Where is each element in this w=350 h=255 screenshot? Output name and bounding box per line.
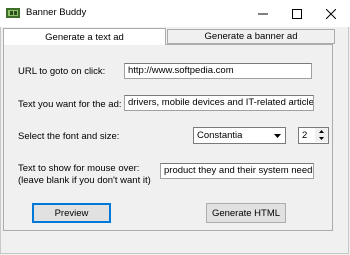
tab-text-ad[interactable]: Generate a text ad xyxy=(3,28,166,45)
tab-banner-ad[interactable]: Generate a banner ad xyxy=(167,29,335,44)
window-title: Banner Buddy xyxy=(26,7,87,18)
ad-text-input[interactable]: drivers, mobile devices and IT-related a… xyxy=(124,95,314,111)
ad-text-label: Text you want for the ad: xyxy=(18,99,122,110)
url-input[interactable]: http://www.softpedia.com xyxy=(124,63,312,79)
minimize-icon xyxy=(258,13,268,14)
mouseover-hint: (leave blank if you don't want it) xyxy=(18,175,151,186)
chevron-down-icon[interactable] xyxy=(271,129,284,142)
url-label: URL to goto on click: xyxy=(18,66,106,77)
font-label: Select the font and size: xyxy=(18,131,120,142)
font-select[interactable]: Constantia xyxy=(193,127,286,144)
app-icon xyxy=(5,6,21,20)
size-stepper[interactable]: 2 xyxy=(298,127,329,144)
preview-button[interactable]: Preview xyxy=(32,203,111,223)
size-value: 2 xyxy=(302,130,308,141)
size-stepper-buttons xyxy=(315,128,328,143)
mouseover-input[interactable]: product they and their system needs. xyxy=(160,163,314,179)
maximize-button[interactable] xyxy=(280,0,314,27)
generate-html-button[interactable]: Generate HTML xyxy=(206,203,286,223)
close-button[interactable] xyxy=(314,0,348,27)
font-select-value: Constantia xyxy=(197,130,243,141)
spin-up-icon[interactable] xyxy=(315,128,328,135)
spin-down-icon[interactable] xyxy=(315,135,328,142)
maximize-icon xyxy=(292,8,302,19)
minimize-button[interactable] xyxy=(246,0,280,27)
title-bar: Banner Buddy xyxy=(0,0,350,27)
mouseover-label: Text to show for mouse over: xyxy=(18,163,140,174)
close-icon xyxy=(326,8,336,19)
